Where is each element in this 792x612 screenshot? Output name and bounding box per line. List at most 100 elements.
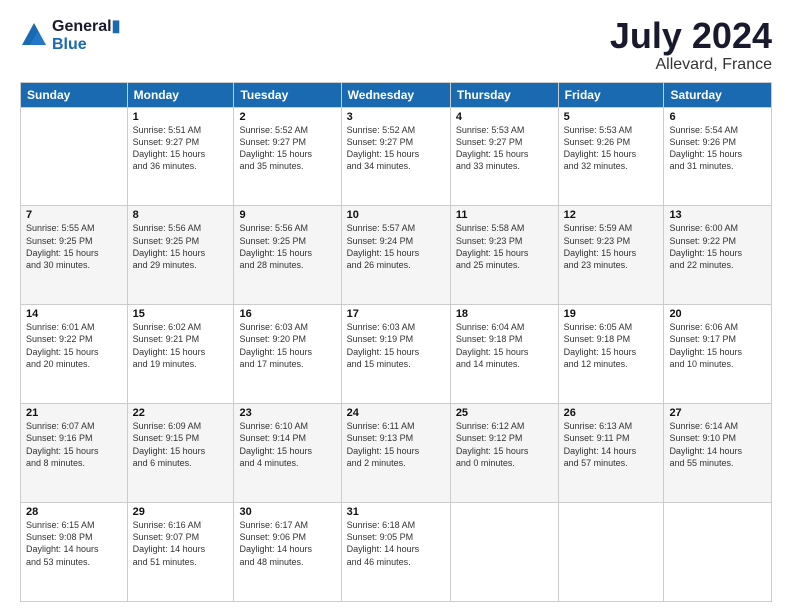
table-row: 19Sunrise: 6:05 AM Sunset: 9:18 PM Dayli… bbox=[558, 305, 664, 404]
cell-info: Sunrise: 6:02 AM Sunset: 9:21 PM Dayligh… bbox=[133, 321, 229, 370]
day-number: 16 bbox=[239, 308, 335, 320]
calendar-row: 1Sunrise: 5:51 AM Sunset: 9:27 PM Daylig… bbox=[21, 107, 772, 206]
calendar-row: 21Sunrise: 6:07 AM Sunset: 9:16 PM Dayli… bbox=[21, 404, 772, 503]
cell-info: Sunrise: 6:07 AM Sunset: 9:16 PM Dayligh… bbox=[26, 420, 122, 469]
cell-info: Sunrise: 5:57 AM Sunset: 9:24 PM Dayligh… bbox=[347, 222, 445, 271]
day-number: 10 bbox=[347, 209, 445, 221]
table-row: 9Sunrise: 5:56 AM Sunset: 9:25 PM Daylig… bbox=[234, 206, 341, 305]
day-number: 1 bbox=[133, 111, 229, 123]
table-row: 12Sunrise: 5:59 AM Sunset: 9:23 PM Dayli… bbox=[558, 206, 664, 305]
cell-info: Sunrise: 6:12 AM Sunset: 9:12 PM Dayligh… bbox=[456, 420, 553, 469]
logo-icon bbox=[20, 21, 48, 49]
table-row: 14Sunrise: 6:01 AM Sunset: 9:22 PM Dayli… bbox=[21, 305, 128, 404]
cell-info: Sunrise: 5:56 AM Sunset: 9:25 PM Dayligh… bbox=[239, 222, 335, 271]
table-row: 17Sunrise: 6:03 AM Sunset: 9:19 PM Dayli… bbox=[341, 305, 450, 404]
table-row: 28Sunrise: 6:15 AM Sunset: 9:08 PM Dayli… bbox=[21, 503, 128, 602]
table-row: 30Sunrise: 6:17 AM Sunset: 9:06 PM Dayli… bbox=[234, 503, 341, 602]
day-number: 15 bbox=[133, 308, 229, 320]
col-wednesday: Wednesday bbox=[341, 82, 450, 107]
table-row: 2Sunrise: 5:52 AM Sunset: 9:27 PM Daylig… bbox=[234, 107, 341, 206]
cell-info: Sunrise: 6:17 AM Sunset: 9:06 PM Dayligh… bbox=[239, 519, 335, 568]
day-number: 27 bbox=[669, 407, 766, 419]
day-number: 24 bbox=[347, 407, 445, 419]
table-row: 27Sunrise: 6:14 AM Sunset: 9:10 PM Dayli… bbox=[664, 404, 772, 503]
col-monday: Monday bbox=[127, 82, 234, 107]
day-number: 14 bbox=[26, 308, 122, 320]
month-year: July 2024 bbox=[610, 16, 772, 56]
day-number: 2 bbox=[239, 111, 335, 123]
cell-info: Sunrise: 5:59 AM Sunset: 9:23 PM Dayligh… bbox=[564, 222, 659, 271]
table-row: 11Sunrise: 5:58 AM Sunset: 9:23 PM Dayli… bbox=[450, 206, 558, 305]
day-number: 22 bbox=[133, 407, 229, 419]
logo: General▮ Blue bbox=[20, 16, 120, 54]
cell-info: Sunrise: 6:14 AM Sunset: 9:10 PM Dayligh… bbox=[669, 420, 766, 469]
day-number: 9 bbox=[239, 209, 335, 221]
table-row: 23Sunrise: 6:10 AM Sunset: 9:14 PM Dayli… bbox=[234, 404, 341, 503]
day-number: 18 bbox=[456, 308, 553, 320]
day-number: 3 bbox=[347, 111, 445, 123]
table-row: 22Sunrise: 6:09 AM Sunset: 9:15 PM Dayli… bbox=[127, 404, 234, 503]
day-number: 7 bbox=[26, 209, 122, 221]
cell-info: Sunrise: 6:05 AM Sunset: 9:18 PM Dayligh… bbox=[564, 321, 659, 370]
day-number: 13 bbox=[669, 209, 766, 221]
page: General▮ Blue July 2024 Allevard, France… bbox=[0, 0, 792, 612]
table-row: 6Sunrise: 5:54 AM Sunset: 9:26 PM Daylig… bbox=[664, 107, 772, 206]
cell-info: Sunrise: 5:54 AM Sunset: 9:26 PM Dayligh… bbox=[669, 124, 766, 173]
table-row: 31Sunrise: 6:18 AM Sunset: 9:05 PM Dayli… bbox=[341, 503, 450, 602]
table-row: 16Sunrise: 6:03 AM Sunset: 9:20 PM Dayli… bbox=[234, 305, 341, 404]
day-number: 23 bbox=[239, 407, 335, 419]
day-number: 4 bbox=[456, 111, 553, 123]
col-tuesday: Tuesday bbox=[234, 82, 341, 107]
logo-text: General▮ Blue bbox=[52, 16, 120, 54]
calendar-row: 7Sunrise: 5:55 AM Sunset: 9:25 PM Daylig… bbox=[21, 206, 772, 305]
col-friday: Friday bbox=[558, 82, 664, 107]
cell-info: Sunrise: 6:15 AM Sunset: 9:08 PM Dayligh… bbox=[26, 519, 122, 568]
table-row: 21Sunrise: 6:07 AM Sunset: 9:16 PM Dayli… bbox=[21, 404, 128, 503]
cell-info: Sunrise: 6:09 AM Sunset: 9:15 PM Dayligh… bbox=[133, 420, 229, 469]
cell-info: Sunrise: 6:16 AM Sunset: 9:07 PM Dayligh… bbox=[133, 519, 229, 568]
cell-info: Sunrise: 5:58 AM Sunset: 9:23 PM Dayligh… bbox=[456, 222, 553, 271]
day-number: 30 bbox=[239, 506, 335, 518]
cell-info: Sunrise: 6:03 AM Sunset: 9:20 PM Dayligh… bbox=[239, 321, 335, 370]
day-number: 12 bbox=[564, 209, 659, 221]
cell-info: Sunrise: 5:56 AM Sunset: 9:25 PM Dayligh… bbox=[133, 222, 229, 271]
table-row: 10Sunrise: 5:57 AM Sunset: 9:24 PM Dayli… bbox=[341, 206, 450, 305]
day-number: 25 bbox=[456, 407, 553, 419]
cell-info: Sunrise: 6:18 AM Sunset: 9:05 PM Dayligh… bbox=[347, 519, 445, 568]
cell-info: Sunrise: 6:11 AM Sunset: 9:13 PM Dayligh… bbox=[347, 420, 445, 469]
cell-info: Sunrise: 6:06 AM Sunset: 9:17 PM Dayligh… bbox=[669, 321, 766, 370]
header-row: Sunday Monday Tuesday Wednesday Thursday… bbox=[21, 82, 772, 107]
table-row: 7Sunrise: 5:55 AM Sunset: 9:25 PM Daylig… bbox=[21, 206, 128, 305]
cell-info: Sunrise: 6:13 AM Sunset: 9:11 PM Dayligh… bbox=[564, 420, 659, 469]
cell-info: Sunrise: 5:51 AM Sunset: 9:27 PM Dayligh… bbox=[133, 124, 229, 173]
cell-info: Sunrise: 5:53 AM Sunset: 9:26 PM Dayligh… bbox=[564, 124, 659, 173]
table-row: 13Sunrise: 6:00 AM Sunset: 9:22 PM Dayli… bbox=[664, 206, 772, 305]
col-thursday: Thursday bbox=[450, 82, 558, 107]
day-number: 19 bbox=[564, 308, 659, 320]
calendar-table: Sunday Monday Tuesday Wednesday Thursday… bbox=[20, 82, 772, 602]
cell-info: Sunrise: 5:52 AM Sunset: 9:27 PM Dayligh… bbox=[239, 124, 335, 173]
cell-info: Sunrise: 6:04 AM Sunset: 9:18 PM Dayligh… bbox=[456, 321, 553, 370]
title-block: July 2024 Allevard, France bbox=[610, 16, 772, 74]
table-row: 1Sunrise: 5:51 AM Sunset: 9:27 PM Daylig… bbox=[127, 107, 234, 206]
table-row: 24Sunrise: 6:11 AM Sunset: 9:13 PM Dayli… bbox=[341, 404, 450, 503]
table-row: 20Sunrise: 6:06 AM Sunset: 9:17 PM Dayli… bbox=[664, 305, 772, 404]
calendar-row: 28Sunrise: 6:15 AM Sunset: 9:08 PM Dayli… bbox=[21, 503, 772, 602]
day-number: 28 bbox=[26, 506, 122, 518]
day-number: 8 bbox=[133, 209, 229, 221]
location: Allevard, France bbox=[610, 56, 772, 74]
day-number: 20 bbox=[669, 308, 766, 320]
col-sunday: Sunday bbox=[21, 82, 128, 107]
table-row bbox=[664, 503, 772, 602]
day-number: 21 bbox=[26, 407, 122, 419]
table-row bbox=[558, 503, 664, 602]
col-saturday: Saturday bbox=[664, 82, 772, 107]
cell-info: Sunrise: 6:01 AM Sunset: 9:22 PM Dayligh… bbox=[26, 321, 122, 370]
table-row: 15Sunrise: 6:02 AM Sunset: 9:21 PM Dayli… bbox=[127, 305, 234, 404]
day-number: 26 bbox=[564, 407, 659, 419]
cell-info: Sunrise: 6:00 AM Sunset: 9:22 PM Dayligh… bbox=[669, 222, 766, 271]
day-number: 31 bbox=[347, 506, 445, 518]
day-number: 6 bbox=[669, 111, 766, 123]
cell-info: Sunrise: 6:10 AM Sunset: 9:14 PM Dayligh… bbox=[239, 420, 335, 469]
day-number: 5 bbox=[564, 111, 659, 123]
